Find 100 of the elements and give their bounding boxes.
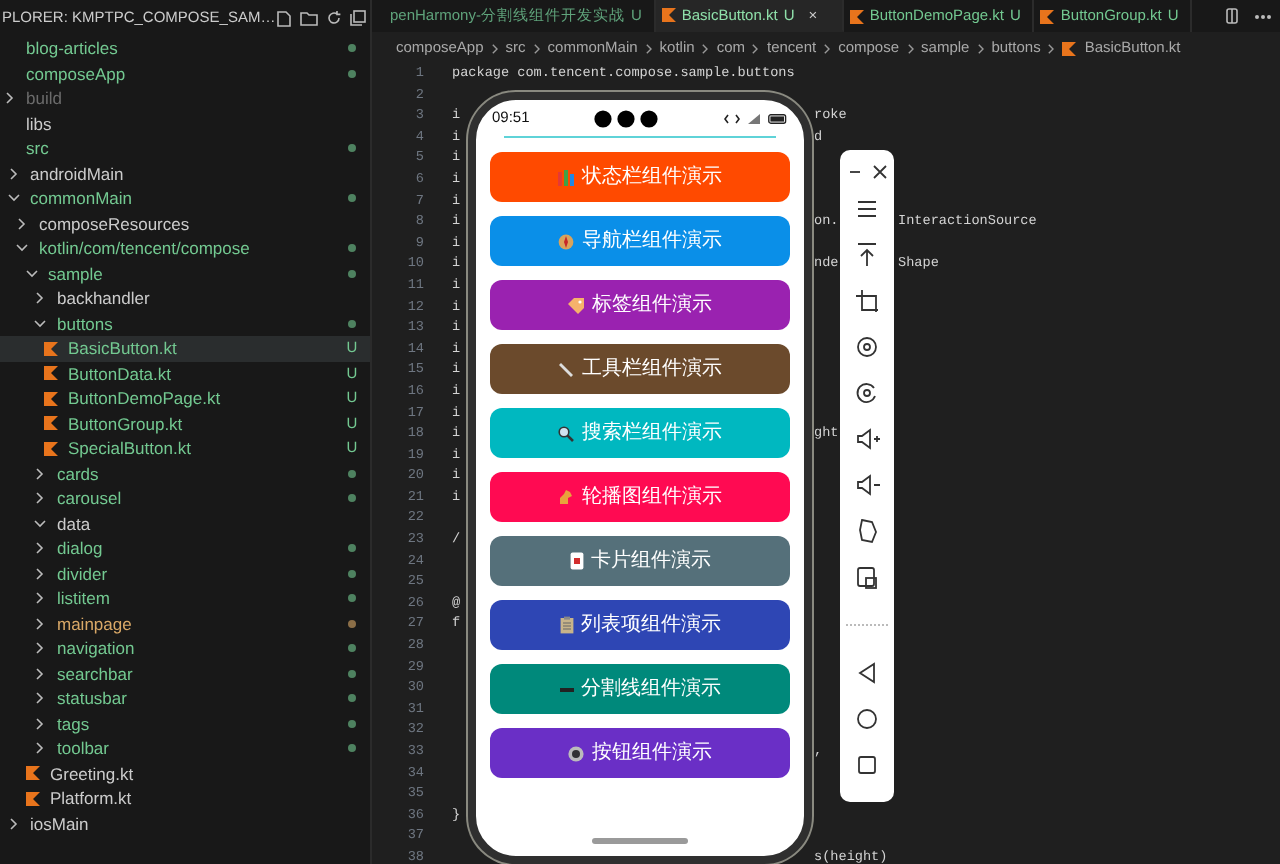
bar-chart-icon [558,169,574,185]
tree-item[interactable]: data [0,511,370,536]
tree-item[interactable]: navigation [0,636,370,661]
kotlin-file-icon [661,8,676,22]
tree-label: ButtonData.kt [68,361,172,386]
tree-item[interactable]: listitem [0,586,370,611]
battery-icon [768,113,788,123]
tree-label: libs [26,111,52,136]
tag-icon [568,297,584,313]
chevron-right-icon [36,292,44,305]
tree-label: backhandler [57,286,150,311]
tree-item[interactable]: toolbar [0,736,370,761]
tree-label: mainpage [57,611,132,636]
camera-cutout-icon [594,109,659,127]
tree-item[interactable]: Platform.kt [0,786,370,811]
tree-label: composeResources [39,211,190,236]
demo-button[interactable]: 列表项组件演示 [490,600,790,650]
tree-label: divider [57,561,108,586]
tree-label: cards [57,461,99,486]
chevron-right-icon [977,43,984,53]
new-file-icon[interactable] [275,9,292,27]
chevron-right-icon [491,43,498,53]
chevron-down-icon [34,319,46,328]
tree-item[interactable]: cards [0,461,370,486]
tree-item[interactable]: searchbar [0,661,370,686]
demo-button[interactable]: 分割线组件演示 [490,664,790,714]
tree-item[interactable]: iosMain [0,811,370,836]
tree-label: navigation [57,636,135,661]
tree-item[interactable]: carousel [0,486,370,511]
tree-item[interactable]: divider [0,561,370,586]
tree-item[interactable]: kotlin/com/tencent/compose [0,236,370,261]
tree-item[interactable]: composeResources [0,211,370,236]
tree-item[interactable]: src [0,136,370,161]
chevron-right-icon [907,43,914,53]
clipboard-icon [559,616,573,634]
tree-label: build [26,86,62,111]
refresh-icon[interactable] [325,10,342,26]
split-editor-icon[interactable] [1226,8,1238,24]
chevron-right-icon [824,43,831,53]
tree-item[interactable]: Greeting.kt [0,761,370,786]
new-folder-icon[interactable] [299,10,318,26]
radio-button-icon [568,745,584,761]
demo-button[interactable]: 轮播图组件演示 [490,472,790,522]
chevron-down-icon [25,269,37,278]
collapse-all-icon[interactable] [349,10,366,26]
chevron-right-icon [9,817,17,830]
magnifier-icon [558,425,574,441]
chevron-right-icon [9,167,17,180]
kotlin-file-icon [849,9,864,23]
tree-item[interactable]: androidMain [0,161,370,186]
tree-label: data [57,511,91,536]
more-icon[interactable] [1254,13,1272,19]
tree-label: statusbar [57,686,127,711]
tree-label: src [26,136,49,161]
compass-icon [558,233,574,249]
tree-label: BasicButton.kt [68,336,177,361]
chevron-right-icon [1048,43,1055,53]
tree-item[interactable]: libs [0,111,370,136]
tree-item[interactable]: blog-articles [0,36,370,61]
chevron-right-icon [752,43,759,53]
demo-button[interactable]: 卡片组件演示 [490,536,790,586]
tree-label: ButtonGroup.kt [68,411,183,436]
demo-button[interactable]: 标签组件演示 [490,280,790,330]
tree-label: sample [48,261,103,286]
chevron-right-icon [533,43,540,53]
tree-item[interactable]: backhandler [0,286,370,311]
chevron-right-icon [645,43,652,53]
chevron-down-icon [7,194,19,203]
playing-card-icon [569,552,583,570]
tree-label: listitem [57,586,110,611]
wand-icon [558,361,574,377]
signal-icon [748,113,760,123]
tree-label: Greeting.kt [50,761,134,786]
tree-label: toolbar [57,736,109,761]
demo-button[interactable]: 按钮组件演示 [490,728,790,778]
tree-item[interactable]: buttons [0,311,370,336]
tree-item[interactable]: composeApp [0,61,370,86]
tree-label: dialog [57,536,103,561]
tree-label: iosMain [30,811,89,836]
chevron-right-icon [18,217,26,230]
chevron-down-icon [16,244,28,253]
chevron-right-icon [702,43,709,53]
tree-label: kotlin/com/tencent/compose [39,236,250,261]
tree-item[interactable]: statusbar [0,686,370,711]
tree-label: androidMain [30,161,124,186]
tree-item[interactable]: commonMain [0,186,370,211]
code-icon [724,113,740,123]
demo-button[interactable]: 工具栏组件演示 [490,344,790,394]
tree-label: composeApp [26,61,126,86]
close-icon[interactable] [871,164,887,180]
tree-item[interactable]: tags [0,711,370,736]
tree-label: commonMain [30,186,133,211]
chevron-down-icon [34,519,46,528]
tree-label: carousel [57,486,122,511]
kotlin-file-icon [1062,41,1077,55]
tree-item[interactable]: dialog [0,536,370,561]
tree-item[interactable]: sample [0,261,370,286]
tree-label: tags [57,711,90,736]
tree-item[interactable]: mainpage [0,611,370,636]
tree-label: SpecialButton.kt [68,436,191,461]
